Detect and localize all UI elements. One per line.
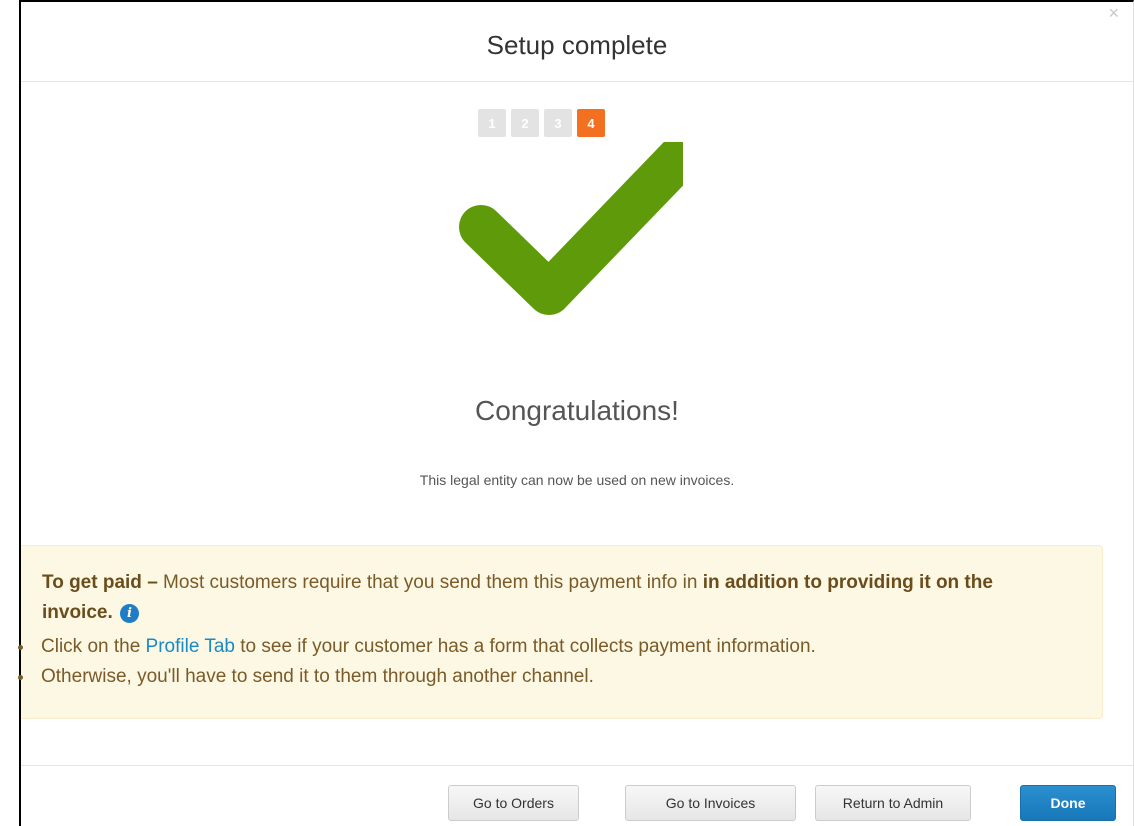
alert-lead: To get paid – — [42, 572, 158, 593]
list-item-text: Click on the — [41, 636, 146, 657]
list-item: Click on the Profile Tab to see if your … — [18, 632, 816, 662]
setup-modal: × Setup complete 1 2 3 4 Congratulations… — [18, 0, 1134, 826]
alert-list: Click on the Profile Tab to see if your … — [18, 632, 816, 692]
alert-text: Most customers require that you send the… — [157, 572, 703, 593]
list-item: Otherwise, you'll have to send it to the… — [18, 662, 816, 692]
list-item-text: to see if your customer has a form that … — [234, 636, 816, 657]
go-to-invoices-button[interactable]: Go to Invoices — [625, 785, 796, 821]
step-4-active: 4 — [577, 109, 605, 137]
modal-title: Setup complete — [486, 30, 668, 60]
alert-paragraph: To get paid – Most customers require tha… — [42, 568, 1042, 628]
success-message: This legal entity can now be used on new… — [419, 472, 735, 488]
modal-header: Setup complete — [21, 2, 1133, 82]
step-1: 1 — [478, 109, 506, 137]
footer-divider — [21, 765, 1133, 766]
congratulations-heading: Congratulations! — [475, 395, 679, 426]
step-indicator: 1 2 3 4 — [478, 109, 605, 137]
payment-info-alert: To get paid – Most customers require tha… — [18, 545, 1103, 719]
info-icon[interactable]: i — [120, 604, 140, 623]
go-to-orders-button[interactable]: Go to Orders — [448, 785, 579, 821]
profile-tab-link[interactable]: Profile Tab — [146, 636, 235, 657]
return-to-admin-button[interactable]: Return to Admin — [815, 785, 971, 821]
checkmark-icon — [459, 142, 683, 315]
step-3: 3 — [544, 109, 572, 137]
done-button[interactable]: Done — [1020, 785, 1116, 821]
step-2: 2 — [511, 109, 539, 137]
